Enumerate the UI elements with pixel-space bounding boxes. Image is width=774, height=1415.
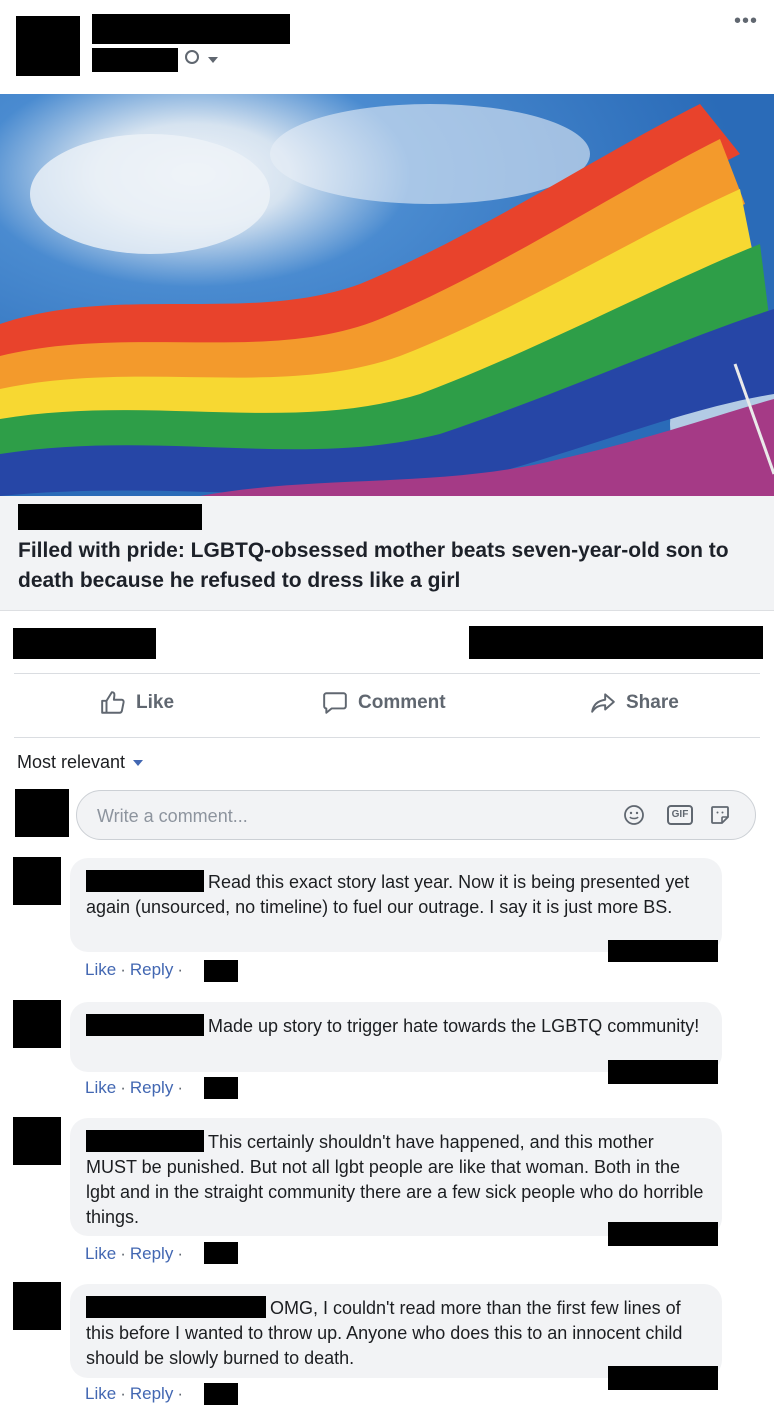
comment-reactions-count[interactable] (608, 1222, 718, 1246)
comment-timestamp[interactable] (204, 1077, 238, 1099)
link-source-domain (18, 504, 202, 530)
separator: · (177, 1384, 183, 1403)
more-options-button[interactable]: ••• (734, 10, 758, 33)
comment-composer[interactable]: GIF (76, 790, 756, 840)
comment-reply-link[interactable]: Reply (130, 1244, 173, 1263)
divider (14, 673, 760, 674)
comment-timestamp[interactable] (204, 960, 238, 982)
share-button[interactable]: Share (590, 690, 679, 716)
thumbs-up-icon (101, 691, 125, 714)
globe-icon[interactable] (185, 50, 199, 64)
commenter-name[interactable] (86, 1296, 266, 1318)
comment-actions: Like · Reply · (85, 1078, 187, 1098)
comment-reply-link[interactable]: Reply (130, 1078, 173, 1097)
comment-like-link[interactable]: Like (85, 1244, 116, 1263)
sort-label: Most relevant (17, 752, 126, 772)
comment-bubble: OMG, I couldn't read more than the first… (70, 1284, 722, 1378)
commenter-avatar[interactable] (13, 1000, 61, 1048)
post-author-name[interactable] (92, 14, 290, 44)
post-image[interactable] (0, 94, 774, 496)
separator: · (177, 1244, 183, 1263)
comment-text: Made up story to trigger hate towards th… (208, 1016, 700, 1036)
separator: · (177, 1078, 183, 1097)
viewer-avatar (15, 789, 69, 837)
share-arrow-icon (591, 693, 615, 713)
comment-bubble-icon (323, 692, 347, 714)
divider (14, 737, 760, 738)
comment-like-link[interactable]: Like (85, 1384, 116, 1403)
post-timestamp[interactable] (92, 48, 178, 72)
comment-input[interactable] (95, 803, 579, 829)
separator: · (120, 1078, 126, 1097)
separator: · (120, 960, 126, 979)
comment-actions: Like · Reply · (85, 1384, 187, 1404)
comment-reactions-count[interactable] (608, 940, 718, 962)
comment-timestamp[interactable] (204, 1383, 238, 1405)
link-headline[interactable]: Filled with pride: LGBTQ-obsessed mother… (18, 536, 758, 596)
commenter-avatar[interactable] (13, 1282, 61, 1330)
commenter-name[interactable] (86, 1130, 204, 1152)
like-button[interactable]: Like (100, 690, 174, 716)
gif-icon[interactable]: GIF (667, 805, 693, 825)
comment-label: Comment (358, 692, 446, 713)
reactions-summary[interactable] (13, 628, 156, 659)
comment-button[interactable]: Comment (322, 690, 446, 716)
comment-reply-link[interactable]: Reply (130, 960, 173, 979)
comment-reactions-count[interactable] (608, 1060, 718, 1084)
comment-bubble: Read this exact story last year. Now it … (70, 858, 722, 952)
separator: · (120, 1384, 126, 1403)
comment-actions: Like · Reply · (85, 1244, 187, 1264)
comment-actions: Like · Reply · (85, 960, 187, 980)
commenter-avatar[interactable] (13, 857, 61, 905)
like-label: Like (136, 692, 175, 713)
post-author-avatar[interactable] (16, 16, 80, 76)
separator: · (120, 1244, 126, 1263)
share-label: Share (626, 692, 679, 713)
comments-shares-count[interactable] (469, 626, 763, 659)
commenter-name[interactable] (86, 870, 204, 892)
sticker-icon[interactable] (709, 804, 731, 826)
comment-bubble: This certainly shouldn't have happened, … (70, 1118, 722, 1236)
comment-sort-dropdown[interactable]: Most relevant (17, 752, 144, 773)
comment-reply-link[interactable]: Reply (130, 1384, 173, 1403)
comment-reactions-count[interactable] (608, 1366, 718, 1390)
comment-like-link[interactable]: Like (85, 960, 116, 979)
commenter-name[interactable] (86, 1014, 204, 1036)
emoji-icon[interactable] (623, 804, 645, 826)
chevron-down-icon (133, 760, 144, 767)
separator: · (177, 960, 183, 979)
comment-timestamp[interactable] (204, 1242, 238, 1264)
rainbow-flag-image (0, 94, 774, 496)
audience-caret-icon[interactable] (208, 57, 218, 63)
comment-like-link[interactable]: Like (85, 1078, 116, 1097)
commenter-avatar[interactable] (13, 1117, 61, 1165)
